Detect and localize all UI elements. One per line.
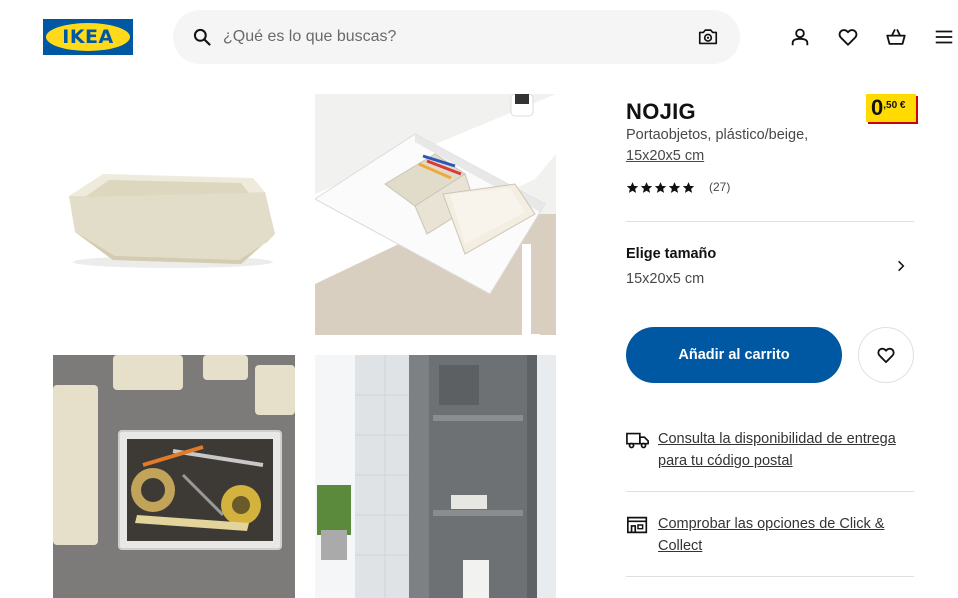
chevron-right-icon bbox=[898, 260, 905, 272]
product-image-tools[interactable] bbox=[53, 355, 295, 598]
size-selector-title: Elige tamaño bbox=[626, 246, 717, 262]
price-tag: 0 ,50 € bbox=[866, 94, 916, 122]
search-icon[interactable] bbox=[192, 27, 212, 47]
check-delivery-link[interactable]: Consulta la disponibilidad de entrega pa… bbox=[658, 428, 914, 472]
logo-text: IKEA bbox=[62, 26, 114, 48]
menu-icon[interactable] bbox=[933, 26, 955, 48]
product-image-drawer[interactable] bbox=[315, 94, 556, 335]
heart-icon[interactable] bbox=[837, 26, 859, 48]
product-description: Portaobjetos, plástico/beige, bbox=[626, 127, 809, 143]
star-icon bbox=[668, 182, 681, 193]
star-icon bbox=[682, 182, 695, 193]
user-icon[interactable] bbox=[789, 26, 811, 48]
basket-icon[interactable] bbox=[885, 26, 907, 48]
size-selector-value: 15x20x5 cm bbox=[626, 271, 705, 287]
search-bar[interactable] bbox=[173, 10, 740, 64]
price-decimal: ,50 € bbox=[883, 100, 906, 111]
rating-stars[interactable] bbox=[626, 181, 695, 194]
price-integer: 0 bbox=[871, 95, 884, 120]
size-selector[interactable]: Elige tamaño 15x20x5 cm bbox=[626, 235, 914, 295]
review-count[interactable]: (27) bbox=[709, 180, 730, 194]
logo-oval: IKEA bbox=[46, 23, 130, 51]
product-name: NOJIG bbox=[626, 99, 696, 124]
click-collect-row[interactable]: Comprobar las opciones de Click & Collec… bbox=[626, 513, 914, 559]
store-icon bbox=[627, 516, 648, 534]
star-icon bbox=[626, 182, 639, 193]
heart-icon bbox=[877, 347, 895, 363]
product-image-bathroom[interactable] bbox=[315, 355, 556, 598]
product-size-link[interactable]: 15x20x5 cm bbox=[626, 148, 704, 164]
click-collect-link[interactable]: Comprobar las opciones de Click & Collec… bbox=[658, 513, 914, 557]
delivery-info-row[interactable]: Consulta la disponibilidad de entrega pa… bbox=[626, 428, 914, 474]
star-icon bbox=[654, 182, 667, 193]
product-image-main[interactable] bbox=[53, 94, 295, 335]
divider bbox=[626, 221, 914, 222]
add-to-cart-button[interactable]: Añadir al carrito bbox=[626, 327, 842, 383]
delivery-truck-icon bbox=[626, 432, 649, 449]
divider bbox=[626, 576, 914, 577]
star-icon bbox=[640, 182, 653, 193]
divider bbox=[626, 491, 914, 492]
favourite-button[interactable] bbox=[858, 327, 914, 383]
ikea-logo[interactable]: IKEA bbox=[43, 19, 133, 55]
camera-icon[interactable] bbox=[697, 26, 719, 48]
search-input[interactable] bbox=[223, 10, 683, 64]
